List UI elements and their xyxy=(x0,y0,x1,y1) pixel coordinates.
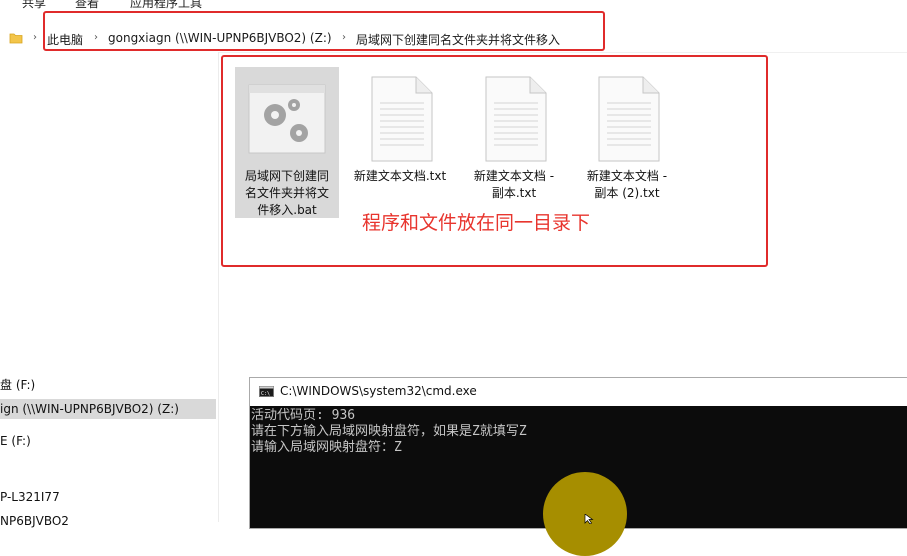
tab-view[interactable]: 查看 xyxy=(75,0,99,11)
mouse-pointer-icon xyxy=(584,514,594,524)
console-icon: C:\ xyxy=(259,386,274,397)
tab-app-tools[interactable]: 应用程序工具 xyxy=(130,0,202,11)
cmd-title-bar[interactable]: C:\ C:\WINDOWS\system32\cmd.exe xyxy=(250,378,907,406)
folder-icon xyxy=(9,33,23,44)
files-highlight-box xyxy=(221,55,768,267)
nav-item-computer-upnp6bjvbo2[interactable]: NP6BJVBO2 xyxy=(0,511,216,531)
cmd-title: C:\WINDOWS\system32\cmd.exe xyxy=(280,384,477,398)
cmd-output[interactable]: 活动代码页: 936 请在下方输入局域网映射盘符，如果是Z就填写Z 请输入局域网映射… xyxy=(251,408,527,456)
annotation-note: 程序和文件放在同一目录下 xyxy=(362,212,591,234)
svg-text:C:\: C:\ xyxy=(261,391,270,397)
nav-item-computer-l321i77[interactable]: P-L321I77 xyxy=(0,487,216,507)
nav-item-drive-f[interactable]: 盘 (F:) xyxy=(0,375,216,395)
nav-item-drive-f-2[interactable]: E (F:) xyxy=(0,431,216,451)
cmd-line: 活动代码页: 936 xyxy=(251,408,356,423)
nav-item-network-drive-z[interactable]: ign (\\WIN-UPNP6BJVBO2) (Z:) xyxy=(0,399,216,419)
cmd-line: 请输入局域网映射盘符：Z xyxy=(251,440,402,455)
address-highlight-box xyxy=(43,11,605,51)
navigation-pane[interactable]: 盘 (F:) ign (\\WIN-UPNP6BJVBO2) (Z:) E (F… xyxy=(0,52,219,528)
tab-share[interactable]: 共享 xyxy=(22,0,46,11)
breadcrumb-separator: › xyxy=(33,32,37,43)
cmd-line: 请在下方输入局域网映射盘符，如果是Z就填写Z xyxy=(251,424,527,439)
